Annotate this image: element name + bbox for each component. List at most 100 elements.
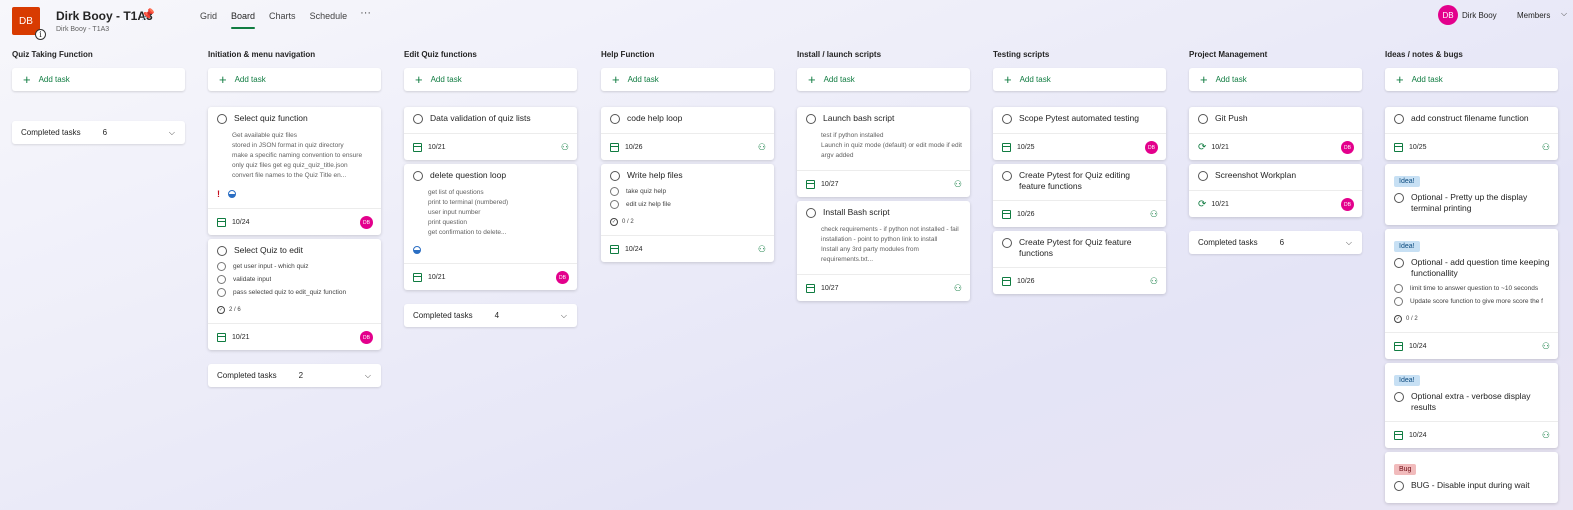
chevron-down-icon[interactable]: ⌵ (1561, 9, 1567, 19)
bucket-title[interactable]: Quiz Taking Function (12, 50, 185, 62)
add-task-button[interactable]: + Add task (1385, 68, 1558, 91)
assign-icon[interactable]: ⚇ (1150, 210, 1158, 219)
complete-checkbox[interactable] (1394, 193, 1404, 203)
checklist-checkbox[interactable] (1394, 284, 1403, 293)
task-card[interactable]: add construct filename function 10/25 ⚇ (1385, 107, 1558, 160)
bucket-title[interactable]: Help Function (601, 50, 774, 62)
task-card[interactable]: code help loop 10/26 ⚇ (601, 107, 774, 160)
task-title[interactable]: Create Pytest for Quiz editing feature f… (1019, 170, 1158, 191)
tab-board[interactable]: Board (224, 11, 262, 29)
task-card[interactable]: Select quiz function Get available quiz f… (208, 107, 381, 235)
assignee-avatar[interactable]: DB (556, 271, 569, 284)
assignee-avatar[interactable]: DB (360, 216, 373, 229)
task-title[interactable]: delete question loop (430, 170, 506, 181)
assignee-avatar[interactable]: DB (1341, 198, 1354, 211)
task-card[interactable]: Select Quiz to edit get user input - whic… (208, 239, 381, 350)
complete-checkbox[interactable] (1198, 114, 1208, 124)
task-card[interactable]: Data validation of quiz lists 10/21 ⚇ (404, 107, 577, 160)
info-icon[interactable]: i (35, 29, 46, 40)
task-card[interactable]: Launch bash script test if python install… (797, 107, 970, 197)
tab-schedule[interactable]: Schedule (303, 11, 355, 26)
task-card[interactable]: Scope Pytest automated testing 10/25 DB (993, 107, 1166, 160)
assignee-avatar[interactable]: DB (1145, 141, 1158, 154)
task-card[interactable]: Git Push ⟳ 10/21 DB (1189, 107, 1362, 160)
task-card[interactable]: Idea! Optional - add question time keepin… (1385, 229, 1558, 359)
complete-checkbox[interactable] (610, 171, 620, 181)
task-card[interactable]: Write help files take quiz help edit uiz h… (601, 164, 774, 262)
assign-icon[interactable]: ⚇ (561, 143, 569, 152)
assign-icon[interactable]: ⚇ (954, 284, 962, 293)
user-name[interactable]: Dirk Booy (1462, 11, 1497, 20)
task-title[interactable]: Optional - add question time keeping fun… (1411, 257, 1550, 278)
add-task-button[interactable]: + Add task (601, 68, 774, 91)
bucket-title[interactable]: Ideas / notes & bugs (1385, 50, 1558, 62)
assign-icon[interactable]: ⚇ (1542, 342, 1550, 351)
complete-checkbox[interactable] (610, 114, 620, 124)
checklist-checkbox[interactable] (1394, 297, 1403, 306)
checklist-item[interactable]: pass selected quiz to edit_quiz function (217, 288, 373, 297)
complete-checkbox[interactable] (217, 114, 227, 124)
task-title[interactable]: Optional extra - verbose display results (1411, 391, 1550, 412)
add-task-button[interactable]: + Add task (993, 68, 1166, 91)
task-card[interactable]: Idea! Optional extra - verbose display re… (1385, 363, 1558, 448)
task-title[interactable]: code help loop (627, 113, 682, 124)
checklist-checkbox[interactable] (610, 187, 619, 196)
members-button[interactable]: Members (1517, 11, 1550, 20)
checklist-checkbox[interactable] (217, 288, 226, 297)
task-title[interactable]: Select Quiz to edit (234, 245, 303, 256)
task-title[interactable]: Optional - Pretty up the display termina… (1411, 192, 1550, 213)
completed-tasks-toggle[interactable]: Completed tasks 4 ⌵ (404, 304, 577, 327)
checklist-item[interactable]: Update score function to give more score… (1394, 297, 1550, 306)
complete-checkbox[interactable] (1002, 114, 1012, 124)
bucket-title[interactable]: Testing scripts (993, 50, 1166, 62)
complete-checkbox[interactable] (413, 114, 423, 124)
task-title[interactable]: Data validation of quiz lists (430, 113, 531, 124)
complete-checkbox[interactable] (1002, 171, 1012, 181)
assignee-avatar[interactable]: DB (360, 331, 373, 344)
tab-charts[interactable]: Charts (262, 11, 303, 26)
task-title[interactable]: Write help files (627, 170, 683, 181)
bucket-title[interactable]: Install / launch scripts (797, 50, 970, 62)
task-title[interactable]: Scope Pytest automated testing (1019, 113, 1139, 124)
checklist-item[interactable]: take quiz help (610, 187, 766, 196)
assign-icon[interactable]: ⚇ (1542, 143, 1550, 152)
task-card[interactable]: Install Bash script check requirements - … (797, 201, 970, 301)
complete-checkbox[interactable] (1394, 114, 1404, 124)
complete-checkbox[interactable] (217, 246, 227, 256)
completed-tasks-toggle[interactable]: Completed tasks 6 ⌵ (12, 121, 185, 144)
complete-checkbox[interactable] (806, 114, 816, 124)
complete-checkbox[interactable] (1394, 481, 1404, 491)
more-options-icon[interactable]: ··· (354, 7, 377, 22)
add-task-button[interactable]: + Add task (208, 68, 381, 91)
add-task-button[interactable]: + Add task (797, 68, 970, 91)
task-card[interactable]: Screenshot Workplan ⟳ 10/21 DB (1189, 164, 1362, 217)
pin-icon[interactable]: 📌 (141, 8, 155, 21)
checklist-checkbox[interactable] (217, 262, 226, 271)
task-title[interactable]: Launch bash script (823, 113, 894, 124)
add-task-button[interactable]: + Add task (1189, 68, 1362, 91)
completed-tasks-toggle[interactable]: Completed tasks 2 ⌵ (208, 364, 381, 387)
checklist-checkbox[interactable] (217, 275, 226, 284)
task-card[interactable]: Create Pytest for Quiz feature functions… (993, 231, 1166, 294)
assign-icon[interactable]: ⚇ (1150, 277, 1158, 286)
task-title[interactable]: Git Push (1215, 113, 1248, 124)
complete-checkbox[interactable] (806, 208, 816, 218)
complete-checkbox[interactable] (1394, 392, 1404, 402)
plan-title[interactable]: Dirk Booy - T1A3 (56, 9, 153, 23)
assignee-avatar[interactable]: DB (1341, 141, 1354, 154)
complete-checkbox[interactable] (1394, 258, 1404, 268)
task-card[interactable]: Idea! Optional - Pretty up the display te… (1385, 164, 1558, 225)
bucket-title[interactable]: Initiation & menu navigation (208, 50, 381, 62)
completed-tasks-toggle[interactable]: Completed tasks 6 ⌵ (1189, 231, 1362, 254)
task-card[interactable]: Create Pytest for Quiz editing feature f… (993, 164, 1166, 227)
assign-icon[interactable]: ⚇ (1542, 431, 1550, 440)
task-title[interactable]: add construct filename function (1411, 113, 1529, 124)
checklist-checkbox[interactable] (610, 200, 619, 209)
add-task-button[interactable]: + Add task (404, 68, 577, 91)
user-avatar[interactable]: DB (1438, 5, 1458, 25)
checklist-item[interactable]: limit time to answer question to ~10 sec… (1394, 284, 1550, 293)
checklist-item[interactable]: get user input - which quiz (217, 262, 373, 271)
task-card[interactable]: delete question loop get list of question… (404, 164, 577, 290)
complete-checkbox[interactable] (1002, 238, 1012, 248)
complete-checkbox[interactable] (413, 171, 423, 181)
